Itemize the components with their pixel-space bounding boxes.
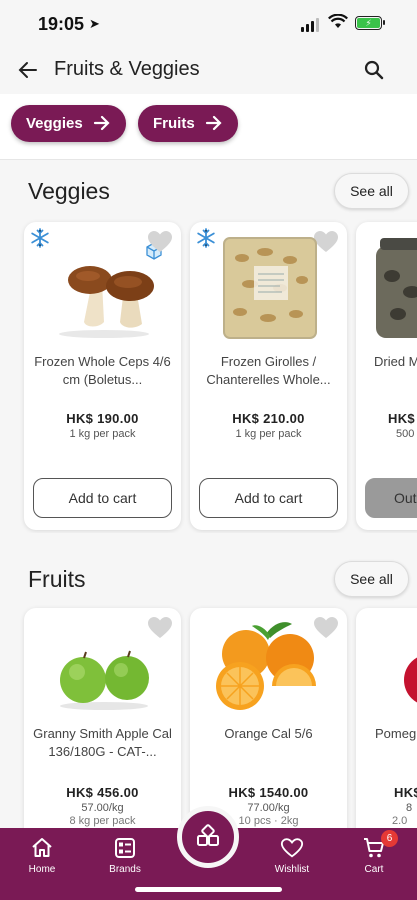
search-icon[interactable]: [362, 58, 386, 82]
product-card[interactable]: Pomeg HK$ 8 2.0: [356, 608, 417, 828]
see-all-fruits-button[interactable]: See all: [334, 561, 409, 597]
out-of-stock-button[interactable]: Out: [365, 478, 417, 518]
app-header: Fruits & Veggies: [0, 46, 417, 94]
product-image-pomegranate: [404, 657, 417, 703]
product-price: HK$ 456.00: [66, 785, 139, 800]
product-price: HK$ 1540.00: [228, 785, 309, 800]
product-unit-price: 8: [406, 802, 413, 814]
location-arrow-icon: ➤: [89, 16, 100, 31]
product-unit: 8 kg per pack: [69, 815, 136, 827]
signal-icon: [301, 18, 319, 32]
product-image-orange: [216, 622, 316, 710]
product-unit-price: 57.00/kg: [81, 802, 124, 814]
add-to-cart-button[interactable]: Add to cart: [199, 478, 338, 518]
product-price: HK$ 210.00: [232, 411, 305, 426]
arrow-right-icon: [205, 115, 222, 131]
product-name: Frozen Whole Ceps 4/6 cm (Boletus...: [34, 354, 171, 387]
product-card[interactable]: Granny Smith Apple Cal 136/180G - CAT-..…: [24, 608, 181, 828]
category-chips: Veggies Fruits: [0, 94, 417, 160]
cart-count-badge: 6: [381, 830, 398, 847]
product-unit: 1 kg per pack: [235, 428, 302, 440]
product-card[interactable]: Dried M with T HK$ 500 Out: [356, 222, 417, 530]
nav-label: Home: [28, 864, 56, 875]
arrow-right-icon: [93, 115, 110, 131]
arrow-left-icon[interactable]: [16, 58, 40, 82]
nav-label: Cart: [364, 864, 384, 875]
product-name: Granny Smith Apple Cal 136/180G - CAT-..…: [33, 726, 172, 759]
nav-brands[interactable]: Brands: [93, 836, 157, 875]
status-bar: 19:05 ➤ ⚡: [0, 0, 417, 46]
section-title-veggies: Veggies: [28, 178, 110, 204]
categories-center-button[interactable]: [177, 806, 239, 868]
fruits-product-row: Granny Smith Apple Cal 136/180G - CAT-..…: [0, 604, 417, 828]
product-image-ceps: [59, 266, 154, 338]
nav-home[interactable]: Home: [10, 836, 74, 875]
product-price: HK$: [388, 411, 415, 426]
see-all-veggies-button[interactable]: See all: [334, 173, 409, 209]
product-card[interactable]: Frozen Whole Ceps 4/6 cm (Boletus... HK$…: [24, 222, 181, 530]
product-unit: 2.0: [392, 815, 408, 827]
add-to-cart-button[interactable]: Add to cart: [33, 478, 172, 518]
categories-grid-icon: [197, 824, 219, 846]
product-price: HK$ 190.00: [66, 411, 139, 426]
product-unit: 1 kg per pack: [69, 428, 136, 440]
status-time: 19:05: [38, 14, 85, 34]
section-title-fruits: Fruits: [28, 566, 86, 592]
chip-fruits[interactable]: Fruits: [138, 105, 238, 142]
product-name: Pomeg: [375, 726, 417, 741]
product-card[interactable]: Orange Cal 5/6 HK$ 1540.00 77.00/kg 10 p…: [190, 608, 347, 828]
page-title: Fruits & Veggies: [54, 58, 200, 80]
product-image-girolles: [223, 237, 317, 339]
product-price: HK$: [394, 785, 417, 800]
battery-icon: ⚡: [355, 16, 385, 30]
product-card[interactable]: Frozen Girolles / Chanterelles Whole... …: [190, 222, 347, 530]
heart-icon: [280, 838, 304, 858]
chip-label: Fruits: [153, 115, 195, 132]
home-icon: [32, 838, 52, 857]
product-name: Orange Cal 5/6: [224, 726, 313, 741]
nav-label: Wishlist: [274, 864, 310, 875]
product-image-dried-jar: [376, 238, 417, 338]
brands-icon: [115, 838, 135, 858]
product-image-apple: [60, 650, 149, 710]
chip-veggies[interactable]: Veggies: [11, 105, 126, 142]
home-indicator: [135, 887, 282, 892]
nav-wishlist[interactable]: Wishlist: [260, 836, 324, 875]
product-name: Dried M with T: [374, 354, 417, 369]
chip-label: Veggies: [26, 115, 83, 132]
veggies-product-row: Frozen Whole Ceps 4/6 cm (Boletus... HK$…: [0, 218, 417, 533]
wifi-icon: [328, 14, 348, 28]
product-unit: 500: [396, 428, 415, 440]
product-name: Frozen Girolles / Chanterelles Whole...: [206, 354, 331, 387]
nav-label: Brands: [109, 864, 141, 875]
